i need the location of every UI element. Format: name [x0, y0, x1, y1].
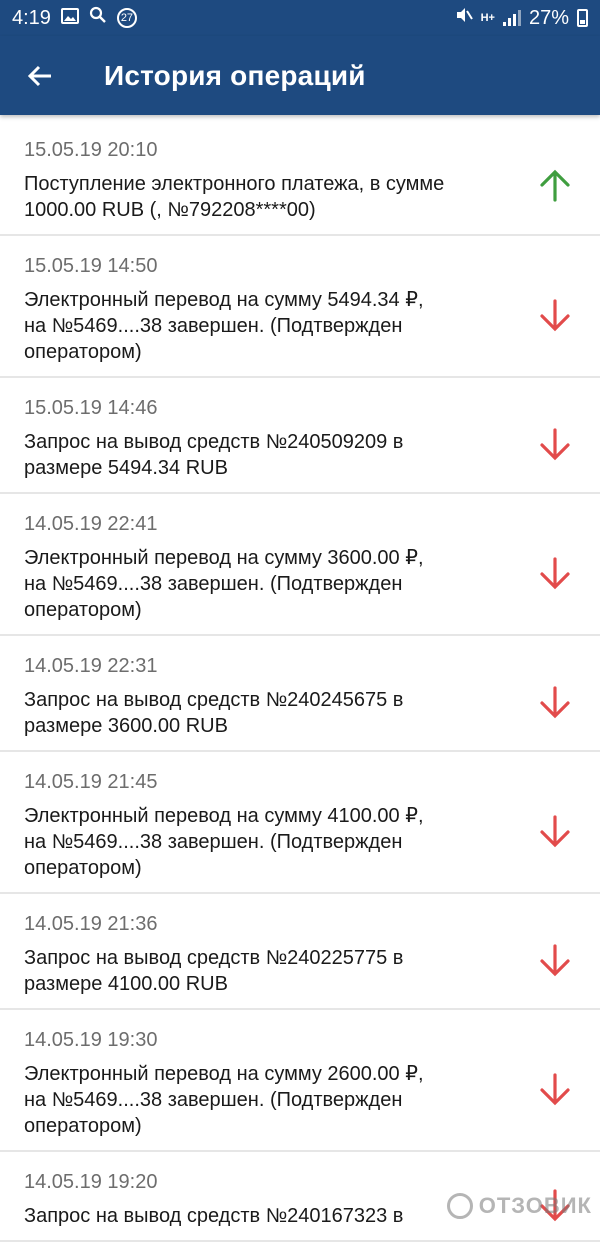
arrow-down-icon — [510, 685, 600, 719]
arrow-down-icon — [510, 427, 600, 461]
page-title: История операций — [104, 59, 366, 91]
operation-text: 15.05.19 14:46 Запрос на вывод средств №2… — [24, 396, 510, 481]
operation-item[interactable]: 15.05.19 20:10 Поступление электронного п… — [0, 120, 600, 236]
network-type: H+ — [480, 12, 495, 24]
operation-text: 15.05.19 20:10 Поступление электронного п… — [24, 138, 510, 223]
status-time: 4:19 — [12, 6, 51, 29]
operation-item[interactable]: 14.05.19 21:45 Электронный перевод на сум… — [0, 752, 600, 894]
operation-date: 14.05.19 21:45 — [24, 771, 158, 793]
operation-description: Электронный перевод на сумму 3600.00 ₽, … — [24, 547, 424, 621]
operation-item[interactable]: 14.05.19 22:31 Запрос на вывод средств №2… — [0, 636, 600, 752]
operation-item[interactable]: 14.05.19 22:41 Электронный перевод на сум… — [0, 494, 600, 636]
operation-item[interactable]: 15.05.19 14:50 Электронный перевод на сум… — [0, 236, 600, 378]
operation-description: Запрос на вывод средств №240245675 в раз… — [24, 689, 404, 737]
arrow-down-icon — [510, 814, 600, 848]
operation-item[interactable]: 14.05.19 21:36 Запрос на вывод средств №2… — [0, 894, 600, 1010]
status-bar: 4:19 27 H+ 27% — [0, 0, 600, 36]
notification-count-badge: 27 — [116, 8, 137, 28]
operation-date: 14.05.19 21:36 — [24, 913, 158, 935]
operation-description: Электронный перевод на сумму 4100.00 ₽, … — [24, 805, 424, 879]
operation-date: 15.05.19 20:10 — [24, 139, 158, 161]
arrow-down-icon — [510, 556, 600, 590]
mute-icon — [455, 6, 473, 30]
back-button[interactable] — [0, 36, 80, 115]
operation-description: Запрос на вывод средств №240225775 в раз… — [24, 947, 404, 995]
arrow-down-icon — [510, 943, 600, 977]
operation-date: 15.05.19 14:50 — [24, 255, 158, 277]
app-bar: История операций — [0, 36, 600, 115]
search-icon — [89, 6, 107, 30]
operation-description: Электронный перевод на сумму 2600.00 ₽, … — [24, 1063, 424, 1137]
arrow-left-icon — [27, 65, 51, 86]
signal-icon — [502, 10, 521, 26]
operation-text: 14.05.19 21:45 Электронный перевод на сум… — [24, 770, 510, 881]
watermark-text: ОТЗОВИК — [478, 1193, 592, 1218]
operation-date: 14.05.19 22:41 — [24, 513, 158, 535]
operation-item[interactable]: 14.05.19 19:30 Электронный перевод на сум… — [0, 1010, 600, 1152]
operation-date: 14.05.19 19:30 — [24, 1029, 158, 1051]
operation-description: Запрос на вывод средств №240167323 в — [24, 1205, 404, 1227]
operation-text: 15.05.19 14:50 Электронный перевод на сум… — [24, 254, 510, 365]
battery-icon — [577, 9, 588, 27]
operation-item[interactable]: 15.05.19 14:46 Запрос на вывод средств №2… — [0, 378, 600, 494]
arrow-down-icon — [510, 1072, 600, 1106]
watermark: ОТЗОВИК — [446, 1193, 592, 1219]
arrow-up-icon — [510, 169, 600, 203]
operation-text: 14.05.19 19:20 Запрос на вывод средств №2… — [24, 1170, 510, 1229]
watermark-logo-icon — [446, 1193, 473, 1219]
operation-text: 14.05.19 22:41 Электронный перевод на сум… — [24, 512, 510, 623]
operation-description: Электронный перевод на сумму 5494.34 ₽, … — [24, 289, 424, 363]
image-icon — [60, 7, 79, 30]
operation-description: Поступление электронного платежа, в сумм… — [24, 173, 445, 221]
operation-text: 14.05.19 21:36 Запрос на вывод средств №2… — [24, 912, 510, 997]
operation-description: Запрос на вывод средств №240509209 в раз… — [24, 431, 404, 479]
operation-date: 14.05.19 19:20 — [24, 1171, 158, 1193]
operation-date: 14.05.19 22:31 — [24, 655, 158, 677]
operation-text: 14.05.19 22:31 Запрос на вывод средств №2… — [24, 654, 510, 739]
battery-percent: 27% — [528, 6, 569, 29]
operations-list: 15.05.19 20:10 Поступление электронного п… — [0, 115, 600, 1242]
operation-date: 15.05.19 14:46 — [24, 397, 158, 419]
operation-text: 14.05.19 19:30 Электронный перевод на сум… — [24, 1028, 510, 1139]
arrow-down-icon — [510, 298, 600, 332]
